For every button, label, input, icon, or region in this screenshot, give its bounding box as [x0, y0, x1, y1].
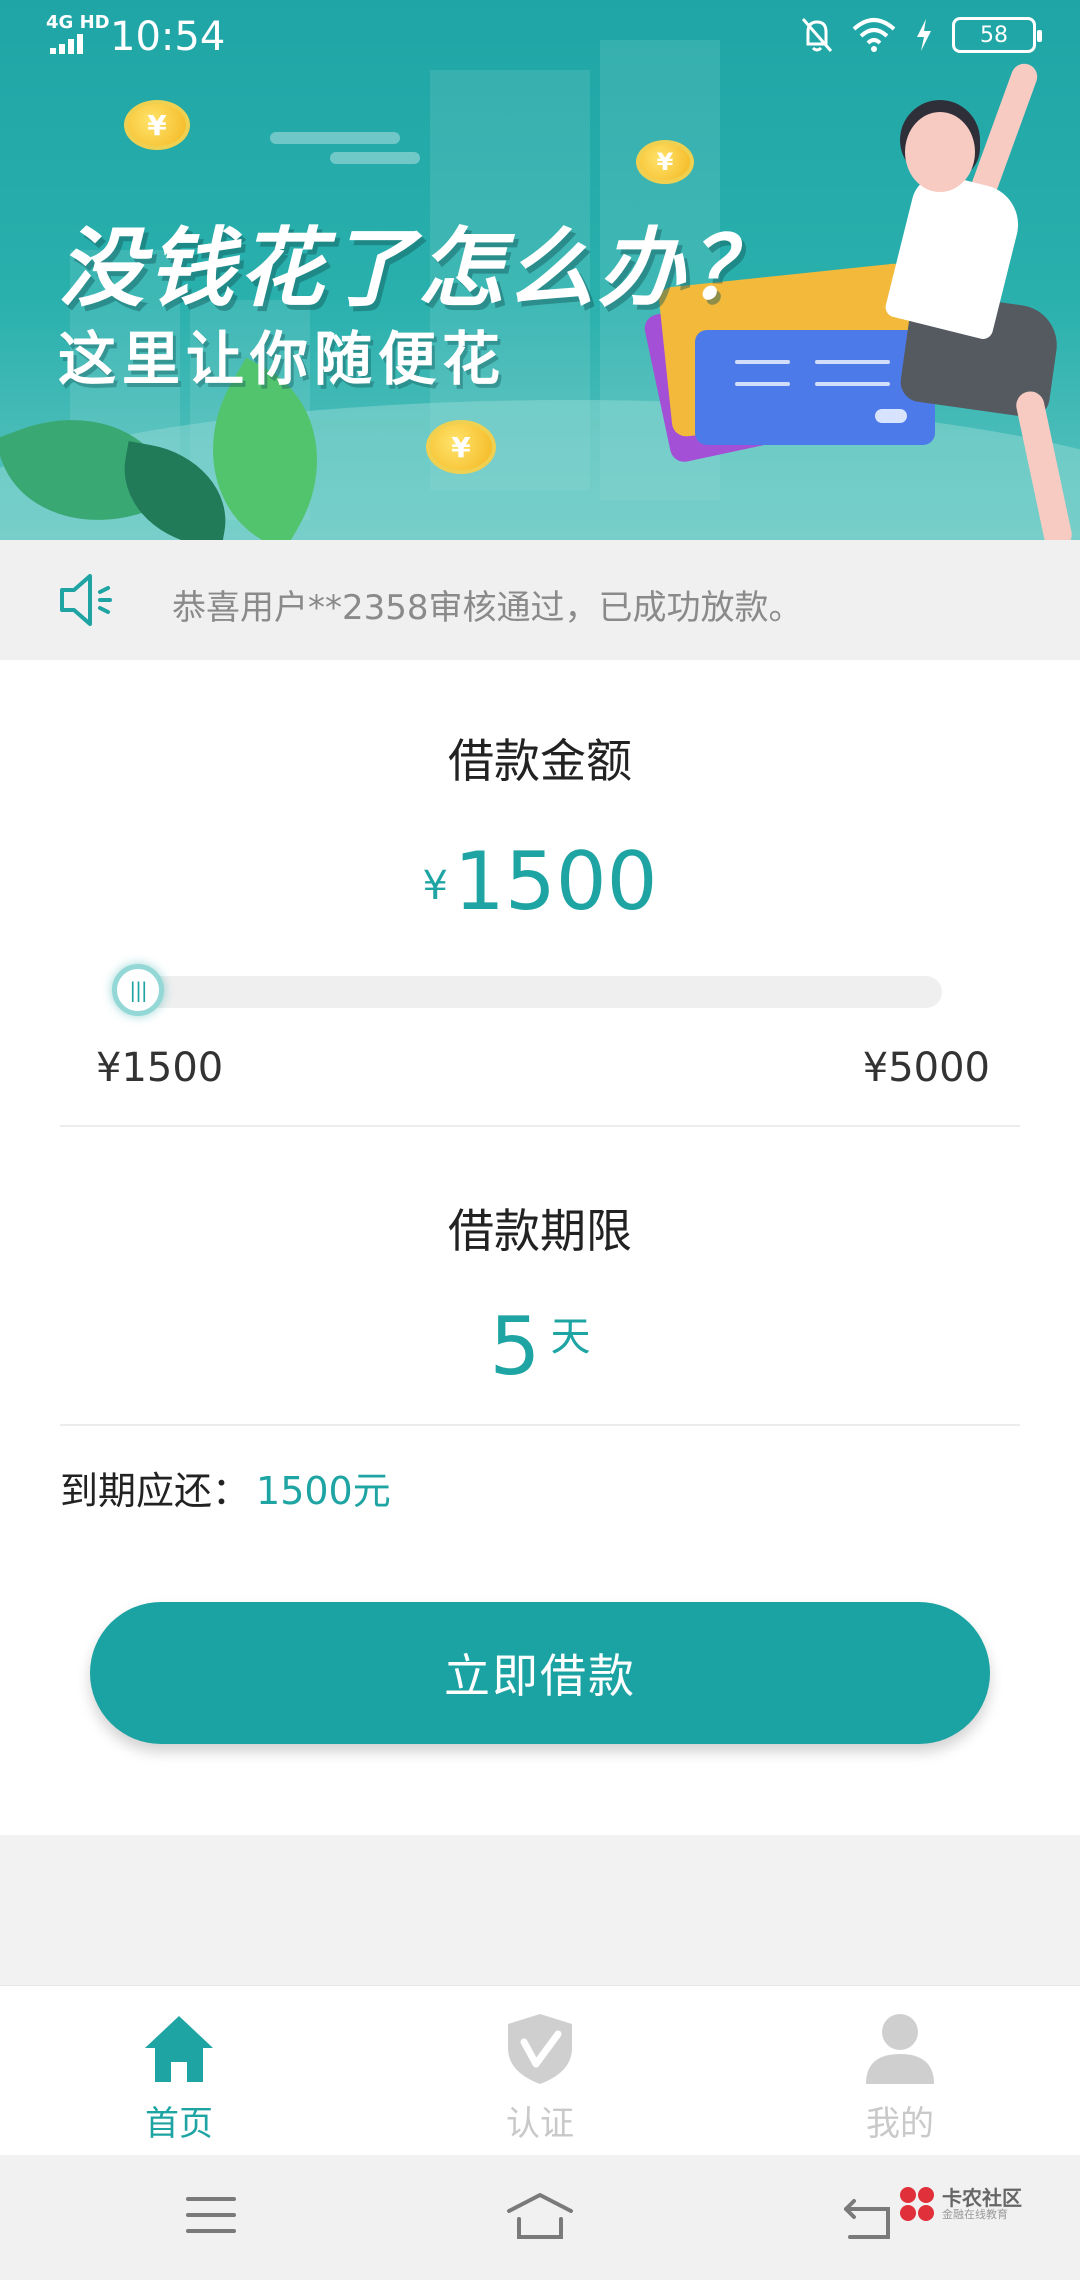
banner-cloud	[330, 152, 420, 164]
tab-home[interactable]: 首页	[59, 1986, 299, 2156]
bottom-tab-bar: 首页 认证 我的	[0, 1985, 1080, 2155]
borrow-now-button[interactable]: 立即借款	[90, 1602, 990, 1744]
wifi-icon	[852, 18, 896, 52]
amount-min: ¥1500	[96, 1045, 224, 1091]
coin-icon: ¥	[426, 420, 496, 474]
notice-text: 恭喜用户**2358审核通过，已成功放款。	[172, 588, 803, 628]
divider	[60, 1424, 1020, 1426]
coin-icon: ¥	[636, 140, 694, 184]
watermark-title: 卡农社区	[942, 2186, 1022, 2210]
banner-illustration	[905, 112, 975, 192]
status-icons: 58	[800, 16, 1042, 54]
system-nav-bar: 卡农社区 金融在线教育	[0, 2155, 1080, 2280]
user-icon	[866, 2014, 934, 2084]
status-bar: 4G HD 10:54 58	[0, 0, 1080, 76]
due-row: 到期应还： 1500元	[60, 1460, 391, 1515]
home-icon	[145, 2016, 213, 2082]
currency-symbol: ¥	[422, 863, 448, 909]
mute-bell-icon	[801, 18, 833, 52]
tab-verify-label: 认证	[506, 2104, 574, 2144]
system-home-icon[interactable]	[505, 2191, 575, 2241]
term-display[interactable]: 5天	[0, 1300, 1080, 1393]
watermark: 卡农社区 金融在线教育	[900, 2187, 1022, 2223]
notice-bar: 恭喜用户**2358审核通过，已成功放款。	[0, 540, 1080, 660]
amount-title: 借款金额	[448, 734, 632, 788]
tab-mine[interactable]: 我的	[780, 1986, 1020, 2156]
grip-icon: |||	[129, 978, 147, 1002]
back-icon[interactable]	[842, 2195, 892, 2241]
signal-icon	[50, 34, 90, 54]
banner-subline: 这里让你随便花	[58, 325, 507, 393]
amount-display: ¥1500	[0, 835, 1080, 928]
due-value: 1500元	[256, 1469, 391, 1513]
banner-headline: 没钱花了怎么办？	[58, 219, 778, 319]
term-unit: 天	[550, 1314, 591, 1360]
watermark-logo-icon	[900, 2187, 936, 2223]
speaker-icon	[60, 574, 112, 626]
network-type: 4G HD	[46, 12, 110, 33]
menu-icon[interactable]	[186, 2197, 236, 2237]
battery-icon: 58	[952, 17, 1042, 53]
banner-card	[695, 330, 935, 445]
charging-icon	[917, 19, 931, 51]
tab-mine-label: 我的	[866, 2104, 934, 2144]
term-title: 借款期限	[448, 1204, 632, 1258]
coin-icon: ¥	[124, 100, 190, 150]
status-time: 10:54	[110, 14, 226, 60]
term-value: 5	[489, 1300, 541, 1393]
loan-form: 借款金额 ¥1500 ||| ¥1500 ¥5000 借款期限 5天 到期应还：…	[0, 660, 1080, 1835]
shield-check-icon	[508, 2014, 572, 2084]
amount-max: ¥5000	[862, 1045, 990, 1091]
amount-slider-handle[interactable]: |||	[112, 964, 164, 1016]
battery-level: 58	[980, 22, 1008, 48]
tab-verify[interactable]: 认证	[420, 1986, 660, 2156]
tab-home-label: 首页	[145, 2104, 213, 2144]
amount-slider-track[interactable]	[120, 976, 942, 1008]
promo-banner[interactable]: ¥ ¥ ¥ 没钱花了怎么办？ 这里让你随便花	[0, 0, 1080, 540]
due-label: 到期应还：	[60, 1469, 251, 1513]
banner-cloud	[270, 132, 400, 144]
divider	[60, 1125, 1020, 1127]
watermark-subtitle: 金融在线教育	[942, 2208, 1008, 2221]
amount-value: 1500	[453, 835, 658, 928]
